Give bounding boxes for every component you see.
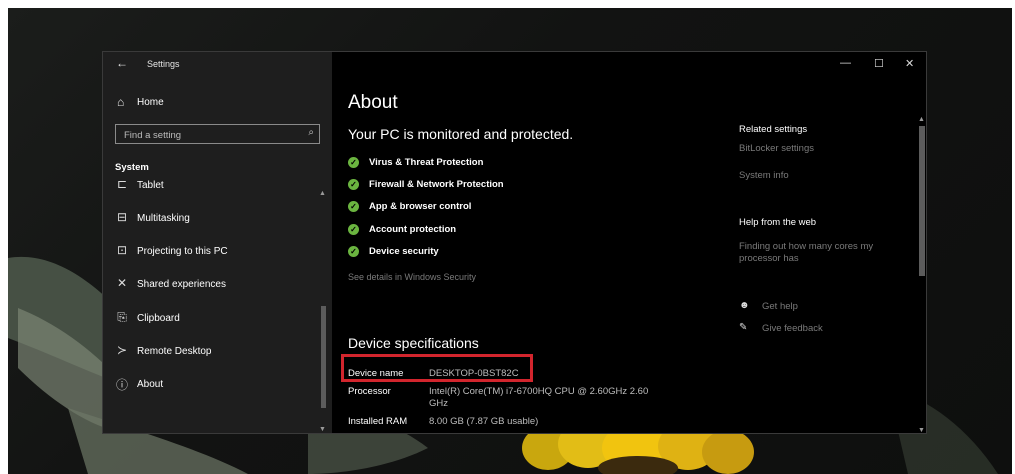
sidebar-item-projecting[interactable]: ⊡ Projecting to this PC	[103, 237, 319, 265]
sidebar-item-tablet[interactable]: ⊏ Tablet	[103, 180, 319, 199]
protection-item: ✓ App & browser control	[348, 200, 548, 220]
sidebar-item-label: Tablet	[137, 180, 164, 191]
title-bar: ← Settings	[103, 52, 332, 76]
main-scrollbar[interactable]: ▲ ▼	[917, 116, 926, 433]
sidebar-item-clipboard[interactable]: ⎘ Clipboard	[103, 304, 319, 332]
check-circle-icon: ✓	[348, 179, 359, 190]
search-icon[interactable]: ⌕	[308, 127, 314, 138]
cores-help-link[interactable]: Finding out how many cores my processor …	[739, 241, 899, 265]
scroll-down-arrow-icon[interactable]: ▼	[918, 427, 925, 433]
protection-item-label: Firewall & Network Protection	[369, 179, 504, 190]
back-arrow-icon[interactable]: ←	[116, 56, 128, 70]
home-icon: ⌂	[117, 95, 125, 109]
give-feedback-label: Give feedback	[762, 323, 823, 334]
sidebar-nav-list: ⊏ Tablet ⊟ Multitasking ⊡ Projecting to …	[103, 180, 319, 433]
sidebar-item-about[interactable]: ⓘ About	[103, 370, 319, 398]
check-circle-icon: ✓	[348, 224, 359, 235]
sidebar-item-multitasking[interactable]: ⊟ Multitasking	[103, 204, 319, 232]
get-help-label: Get help	[762, 301, 798, 312]
check-circle-icon: ✓	[348, 246, 359, 257]
spec-label: Processor	[348, 386, 391, 397]
search-box[interactable]: ⌕	[115, 124, 320, 145]
sidebar-item-remote-desktop[interactable]: ≻ Remote Desktop	[103, 337, 319, 365]
see-details-link[interactable]: See details in Windows Security	[348, 272, 476, 282]
section-title: System	[115, 162, 149, 173]
spec-label: Installed RAM	[348, 416, 408, 427]
check-circle-icon: ✓	[348, 201, 359, 212]
protection-item: ✓ Virus & Threat Protection	[348, 156, 548, 176]
check-circle-icon: ✓	[348, 157, 359, 168]
help-from-web-heading: Help from the web	[739, 217, 817, 228]
clipboard-icon: ⎘	[117, 310, 127, 324]
scroll-up-arrow-icon[interactable]: ▲	[319, 190, 326, 197]
sidebar-item-label: Remote Desktop	[137, 346, 212, 357]
shared-experiences-icon: ✕	[116, 276, 128, 290]
main-content: — ☐ ✕ About Your PC is monitored and pro…	[332, 52, 926, 433]
chat-help-icon: ☻	[739, 300, 750, 311]
scrollbar-thumb[interactable]	[919, 126, 925, 276]
sidebar-item-label: Shared experiences	[137, 279, 226, 290]
protection-heading: Your PC is monitored and protected.	[348, 126, 574, 142]
device-name-highlight	[341, 354, 533, 382]
protection-item: ✓ Device security	[348, 245, 548, 265]
remote-desktop-icon: ≻	[116, 343, 128, 357]
system-info-link[interactable]: System info	[739, 170, 899, 182]
protection-item: ✓ Firewall & Network Protection	[348, 178, 548, 198]
spec-value: Intel(R) Core(TM) i7-6700HQ CPU @ 2.60GH…	[429, 386, 649, 409]
projector-icon: ⊡	[116, 243, 128, 257]
feedback-icon: ✎	[739, 322, 748, 333]
protection-item-label: Account protection	[369, 224, 457, 235]
sidebar-scrollbar[interactable]: ▲ ▼	[319, 190, 328, 433]
sidebar: ← Settings ⌂ Home ⌕ System ⊏ Tablet ⊟ Mu…	[103, 52, 332, 433]
sidebar-item-label: Multitasking	[137, 213, 190, 224]
sidebar-item-label: About	[137, 379, 164, 390]
protection-item-label: App & browser control	[369, 201, 472, 212]
maximize-icon[interactable]: ☐	[874, 57, 884, 70]
device-specifications-heading: Device specifications	[348, 335, 479, 351]
close-icon[interactable]: ✕	[905, 57, 914, 70]
multitasking-icon: ⊟	[116, 210, 128, 224]
scrollbar-thumb[interactable]	[321, 306, 326, 408]
scroll-down-arrow-icon[interactable]: ▼	[319, 426, 326, 433]
page-title: About	[348, 92, 398, 113]
sidebar-item-shared-experiences[interactable]: ✕ Shared experiences	[103, 270, 319, 298]
spec-value: 8.00 GB (7.87 GB usable)	[429, 416, 539, 427]
tablet-icon: ⊏	[116, 180, 128, 191]
sidebar-item-label: Clipboard	[137, 313, 180, 324]
protection-item-label: Virus & Threat Protection	[369, 157, 484, 168]
protection-item: ✓ Account protection	[348, 223, 548, 243]
settings-window: ← Settings ⌂ Home ⌕ System ⊏ Tablet ⊟ Mu…	[102, 51, 927, 434]
related-settings-heading: Related settings	[739, 124, 808, 135]
scroll-up-arrow-icon[interactable]: ▲	[918, 116, 925, 123]
sidebar-item-label: Projecting to this PC	[137, 246, 228, 257]
protection-item-label: Device security	[369, 246, 439, 257]
search-input[interactable]	[116, 125, 306, 145]
app-title: Settings	[147, 59, 180, 69]
minimize-icon[interactable]: —	[840, 57, 851, 69]
info-icon: ⓘ	[115, 378, 128, 392]
bitlocker-settings-link[interactable]: BitLocker settings	[739, 143, 899, 155]
sidebar-item-label: Home	[137, 97, 164, 108]
sidebar-item-home[interactable]: ⌂ Home	[103, 92, 332, 114]
